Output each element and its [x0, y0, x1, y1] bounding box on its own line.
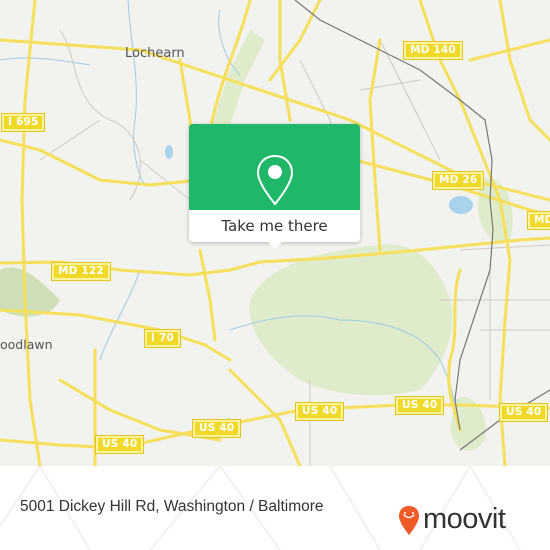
- take-me-there-button[interactable]: Take me there: [189, 210, 360, 242]
- shield-md122: MD 122: [51, 262, 111, 281]
- shield-us40-d: US 40: [498, 403, 549, 422]
- lake: [165, 145, 173, 159]
- moovit-logo-text: moovit: [423, 503, 506, 535]
- shield-us40-a: US 40: [191, 419, 242, 438]
- shield-us40-b: US 40: [294, 402, 345, 421]
- shield-md140: MD 140: [403, 41, 463, 60]
- destination-popup: Take me there: [189, 124, 360, 249]
- popup-header: [189, 124, 360, 210]
- shield-us40-e: US 40: [94, 435, 145, 454]
- moovit-pin-icon: [399, 506, 419, 535]
- shield-i695: I 695: [0, 113, 46, 132]
- map-pin-icon: [256, 154, 294, 206]
- shield-md26: MD 26: [431, 171, 485, 190]
- minor-roads: [39, 29, 550, 466]
- popup-pointer: [267, 241, 283, 249]
- shield-i70: I 70: [144, 329, 181, 348]
- place-label-woodlawn: oodlawn: [0, 337, 53, 352]
- lake: [449, 196, 473, 214]
- destination-address: 5001 Dickey Hill Rd, Washington / Baltim…: [20, 498, 324, 515]
- shield-md26-right: MD 2: [527, 211, 550, 230]
- shield-us40-c: US 40: [394, 396, 445, 415]
- place-label-lochearn: Lochearn: [125, 46, 185, 61]
